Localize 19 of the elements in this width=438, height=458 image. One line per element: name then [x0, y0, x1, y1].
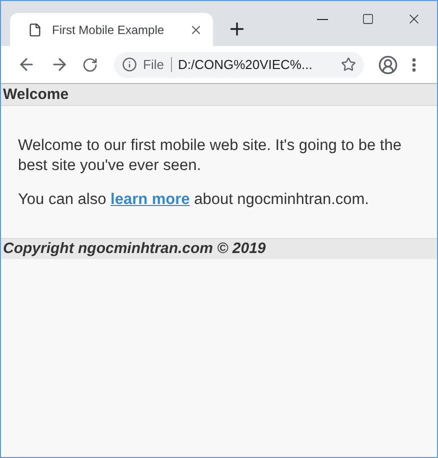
page-footer: Copyright ngocminhtran.com © 2019 — [1, 238, 437, 259]
profile-button[interactable] — [378, 54, 398, 74]
document-icon — [28, 22, 42, 36]
bookmark-star-button[interactable] — [341, 57, 356, 72]
browser-tab[interactable]: First Mobile Example — [10, 13, 213, 46]
menu-icon — [412, 58, 416, 72]
page-header: Welcome — [1, 84, 437, 106]
menu-button[interactable] — [412, 58, 416, 72]
info-icon — [122, 57, 137, 72]
reload-button[interactable] — [82, 56, 98, 72]
maximize-icon — [362, 13, 374, 25]
address-bar[interactable]: File D:/CONG%20VIEC%... — [114, 52, 364, 78]
paragraph: You can also learn more about ngocminhtran.com. — [18, 190, 370, 210]
minimize-icon — [316, 18, 328, 20]
learn-more-link[interactable]: learn more — [110, 191, 190, 208]
forward-button[interactable] — [50, 55, 69, 74]
scheme-label: File — [143, 57, 172, 72]
url-text: D:/CONG%20VIEC%... — [178, 57, 314, 72]
paragraph: Welcome to our first mobile web site. It's going to be the best site you've ever seen. — [18, 136, 402, 176]
